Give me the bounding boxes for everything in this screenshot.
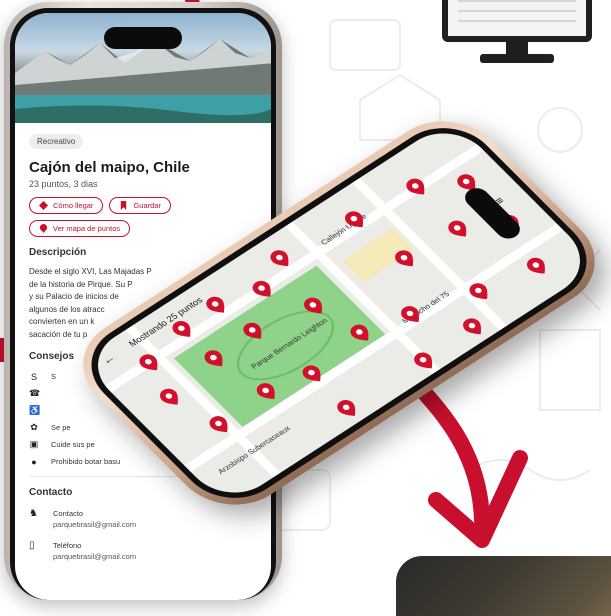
map-pin-icon xyxy=(39,224,48,233)
paw-icon: ✿ xyxy=(30,422,38,432)
accessibility-icon: ♿ xyxy=(29,405,41,415)
no-entry-icon: ● xyxy=(31,456,37,467)
phone-icon: ☎ xyxy=(29,388,41,398)
contact-value: parquebrasil@gmail.com xyxy=(53,552,137,561)
trash-icon: ▣ xyxy=(29,439,39,449)
contact-item[interactable]: ▯ Teléfono parquebrasil@gmail.com xyxy=(29,540,261,562)
person-icon: ♞ xyxy=(29,508,38,519)
contact-item[interactable]: ♞ Contacto parquebrasil@gmail.com xyxy=(29,508,261,530)
phone-map-bezel: Mostrando 25 puntos ← ≡ Parque Bernardo … xyxy=(69,110,609,516)
monitor-illustration xyxy=(442,0,592,42)
dynamic-island xyxy=(104,27,182,49)
monitor-screen xyxy=(448,0,586,36)
contact-label: Contacto xyxy=(53,509,84,518)
contact-label: Teléfono xyxy=(53,541,82,550)
map-canvas[interactable] xyxy=(79,118,599,508)
directions-icon xyxy=(39,201,48,210)
monitor-foot xyxy=(480,54,554,63)
phone-map: Mostrando 25 puntos ← ≡ Parque Bernardo … xyxy=(58,101,611,525)
photo-thumbnail xyxy=(396,556,611,616)
letter-s-icon: S xyxy=(30,371,37,382)
phone-map-wrapper: Mostrando 25 puntos ← ≡ Parque Bernardo … xyxy=(52,101,611,525)
map-screen[interactable]: Mostrando 25 puntos ← ≡ Parque Bernardo … xyxy=(79,118,599,508)
phone-outline-icon: ▯ xyxy=(29,540,35,551)
contact-value: parquebrasil@gmail.com xyxy=(53,520,137,529)
